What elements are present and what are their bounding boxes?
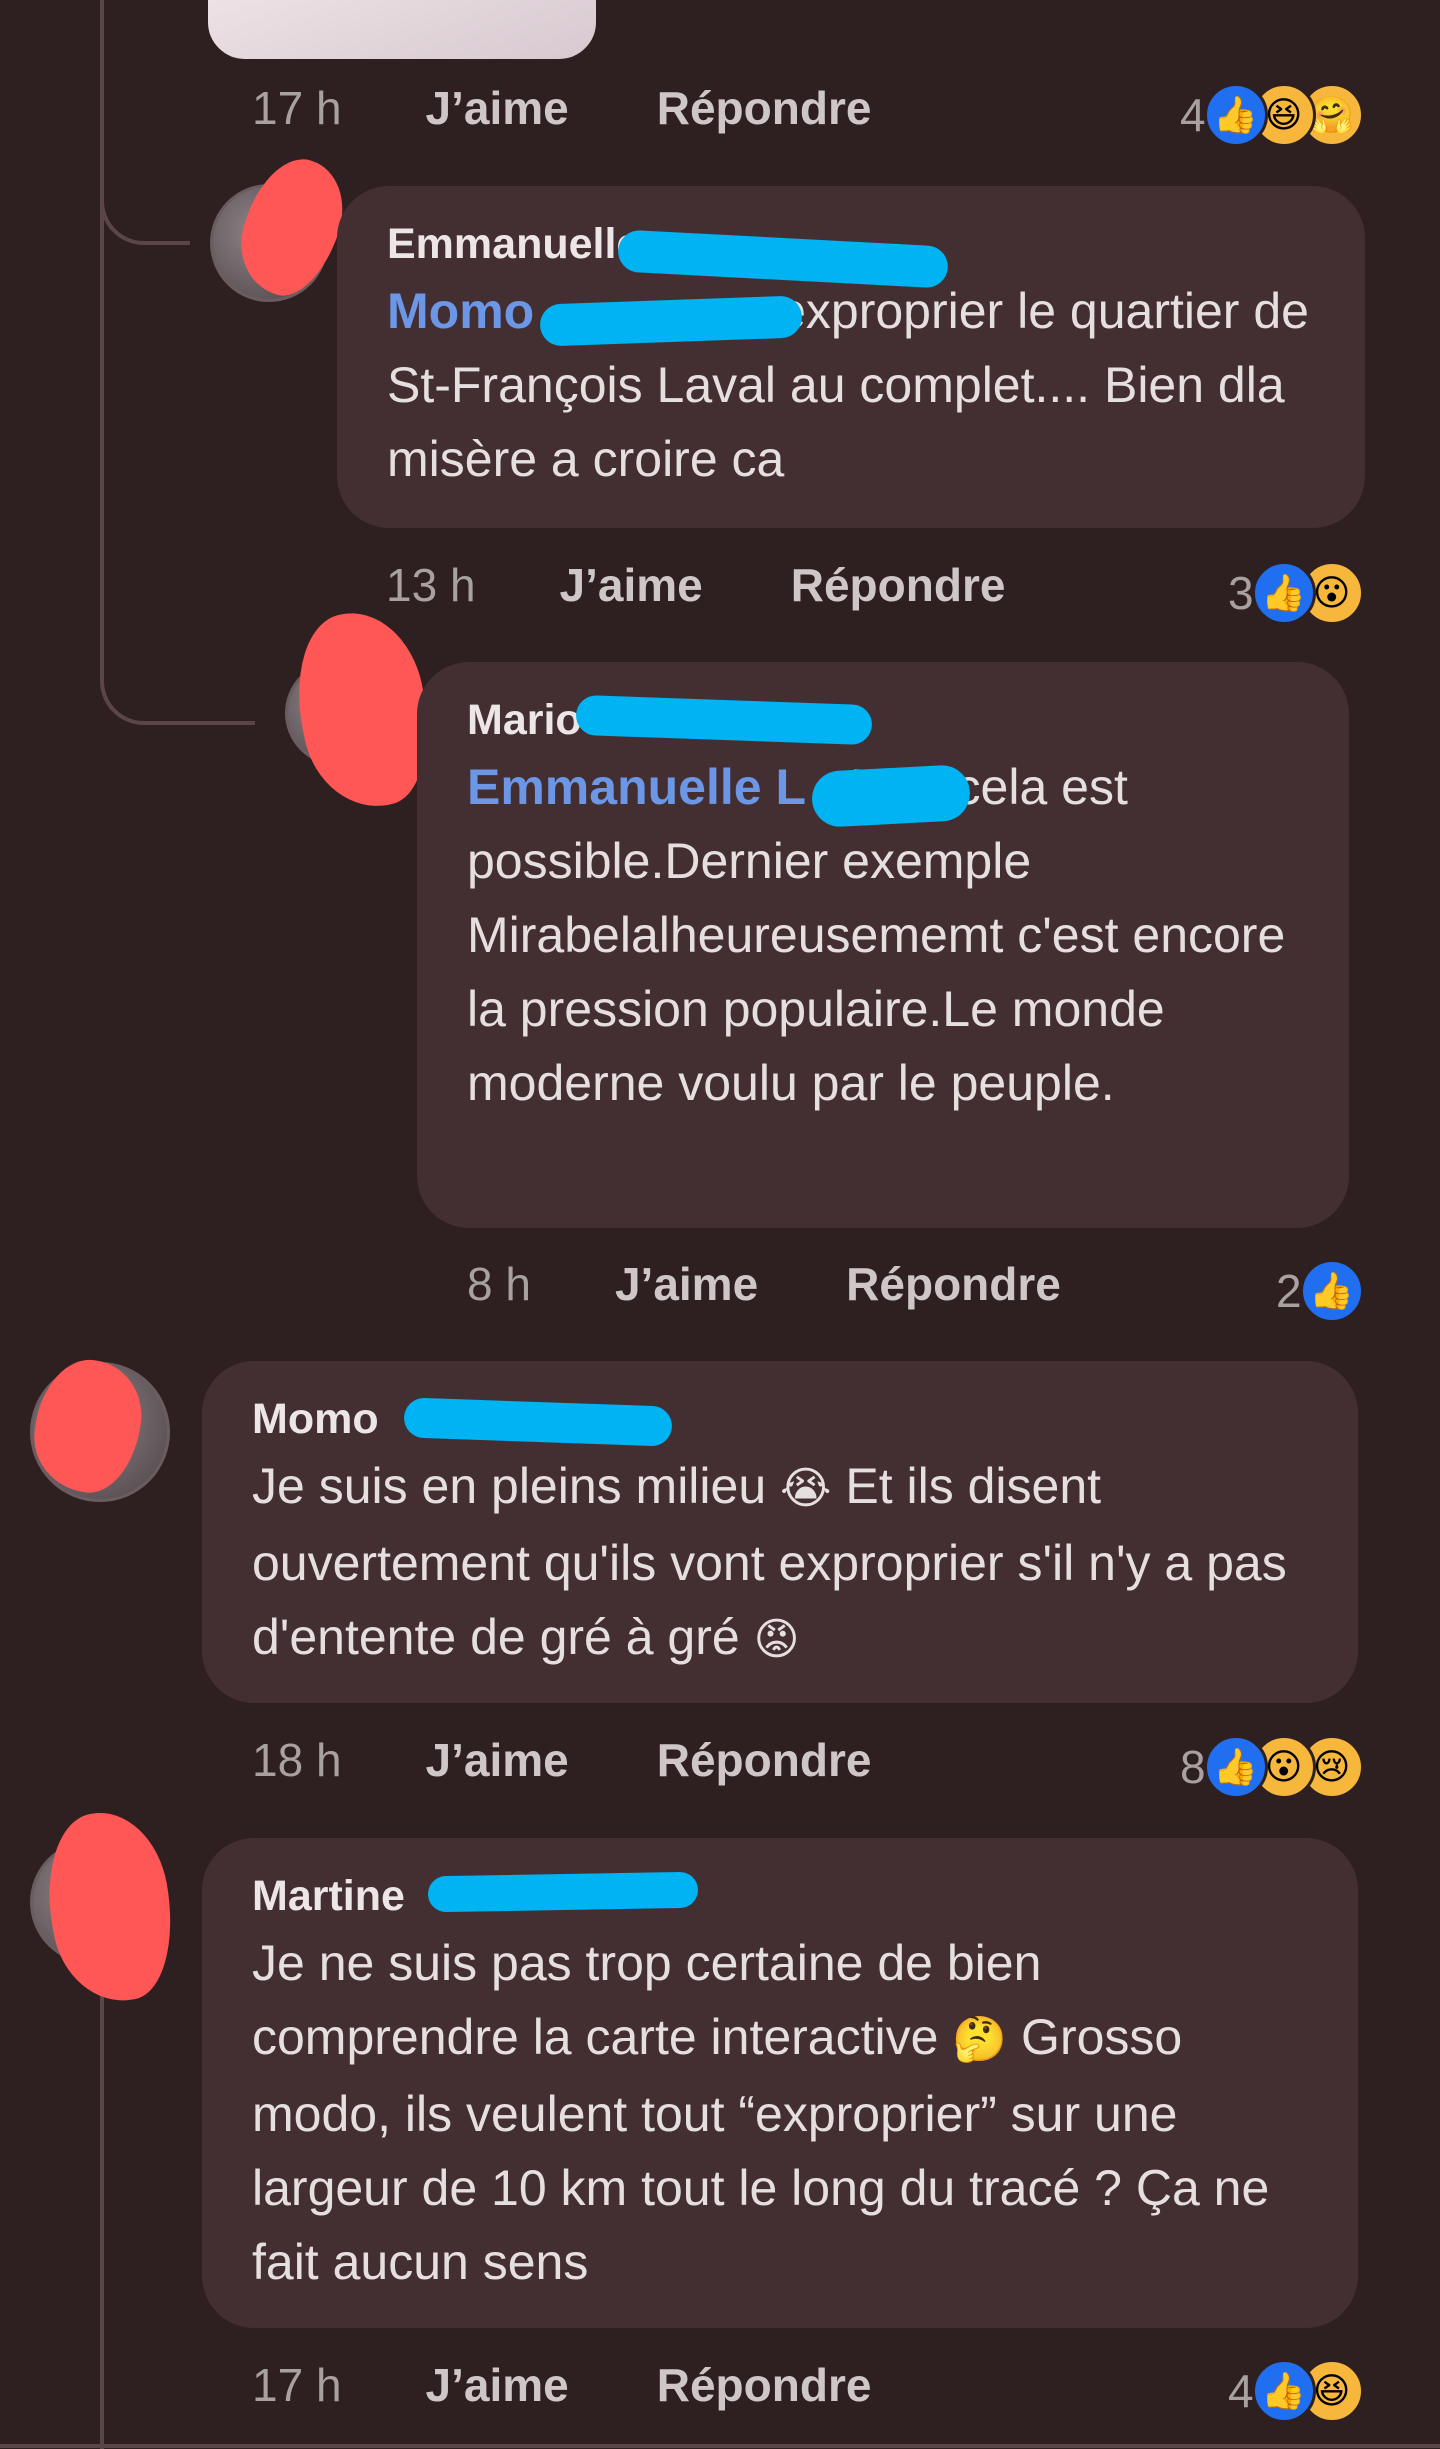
reaction-summary[interactable]: 4 👍 😆 — [1228, 2358, 1364, 2424]
comment-text: Je suis en pleins milieu 😭 Et ils disent… — [252, 1449, 1308, 1677]
timestamp: 13 h — [386, 559, 476, 611]
reaction-count: 8 — [1180, 1741, 1206, 1793]
reply-button[interactable]: Répondre — [657, 81, 872, 135]
redaction-mark — [810, 763, 972, 829]
thread-line — [100, 0, 104, 650]
comment-actions: 17 h J’aime Répondre — [252, 78, 871, 138]
reply-button[interactable]: Répondre — [657, 1733, 872, 1787]
like-button[interactable]: J’aime — [560, 558, 703, 612]
comment-actions: 18 h J’aime Répondre — [252, 1730, 871, 1790]
timestamp: 8 h — [467, 1258, 531, 1310]
mention-link[interactable]: Emmanuelle L — [467, 759, 806, 815]
like-icon: 👍 — [1299, 1259, 1364, 1323]
comment-actions: 13 h J’aime Répondre — [386, 555, 1005, 615]
reaction-summary[interactable]: 3 👍 😮 — [1228, 560, 1364, 626]
comment-text-part: Je ne suis pas trop certaine de bien com… — [252, 1935, 1042, 2065]
comment-text: Je ne suis pas trop certaine de bien com… — [252, 1926, 1308, 2299]
thread-line-curve — [100, 640, 255, 725]
comment-actions: 8 h J’aime Répondre — [467, 1254, 1061, 1314]
thread-line — [100, 1985, 104, 2449]
like-icon: 👍 — [1203, 1735, 1268, 1799]
comment-text-line: exproprier le quartier — [778, 283, 1240, 339]
image-attachment[interactable] — [205, 0, 599, 62]
comment-actions: 17 h J’aime Répondre — [252, 2355, 871, 2415]
like-button[interactable]: J’aime — [615, 1257, 758, 1311]
author-name[interactable]: Martine — [252, 1866, 1308, 1926]
mention-link[interactable]: Momo — [387, 283, 534, 339]
comment-bubble: Mario Emmanuelle L Non cela est possible… — [417, 662, 1349, 1228]
reaction-count: 4 — [1180, 89, 1206, 141]
like-icon: 👍 — [1251, 561, 1316, 625]
like-button[interactable]: J’aime — [426, 2358, 569, 2412]
reaction-summary[interactable]: 8 👍 😮 😢 — [1180, 1734, 1364, 1800]
reaction-count: 2 — [1276, 1265, 1302, 1317]
thinking-emoji: 🤔 — [952, 2014, 1008, 2065]
comment-bubble: Momo Je suis en pleins milieu 😭 Et ils d… — [202, 1361, 1358, 1703]
bottom-divider — [0, 2444, 1440, 2448]
like-icon: 👍 — [1251, 2359, 1316, 2423]
like-button[interactable]: J’aime — [426, 81, 569, 135]
reply-button[interactable]: Répondre — [846, 1257, 1061, 1311]
comment-bubble: Emmanuelle Momo exproprier le quartier d… — [337, 186, 1365, 528]
redaction-mark — [34, 1803, 186, 2011]
timestamp: 17 h — [252, 82, 342, 134]
reaction-summary[interactable]: 2 👍 — [1276, 1258, 1364, 1324]
thread-line-curve — [100, 170, 190, 245]
reaction-count: 4 — [1228, 2365, 1254, 2417]
reaction-summary[interactable]: 4 👍 😆 🤗 — [1180, 82, 1364, 148]
timestamp: 17 h — [252, 2359, 342, 2411]
redaction-mark — [427, 1871, 699, 1913]
like-icon: 👍 — [1203, 83, 1268, 147]
timestamp: 18 h — [252, 1734, 342, 1786]
comment-text-rest: possible.Dernier exemple Mirabelalheureu… — [467, 833, 1286, 1111]
like-button[interactable]: J’aime — [426, 1733, 569, 1787]
angry-emoji: 😡 — [753, 1614, 800, 1665]
reply-button[interactable]: Répondre — [791, 558, 1006, 612]
comment-text: Momo exproprier le quartier de St-Franço… — [387, 274, 1315, 496]
reply-button[interactable]: Répondre — [657, 2358, 872, 2412]
comment-text-part: Je suis en pleins milieu — [252, 1458, 767, 1514]
reaction-count: 3 — [1228, 567, 1254, 619]
comment-bubble: Martine Je ne suis pas trop certaine de … — [202, 1838, 1358, 2328]
crying-emoji: 😭 — [780, 1463, 832, 1514]
